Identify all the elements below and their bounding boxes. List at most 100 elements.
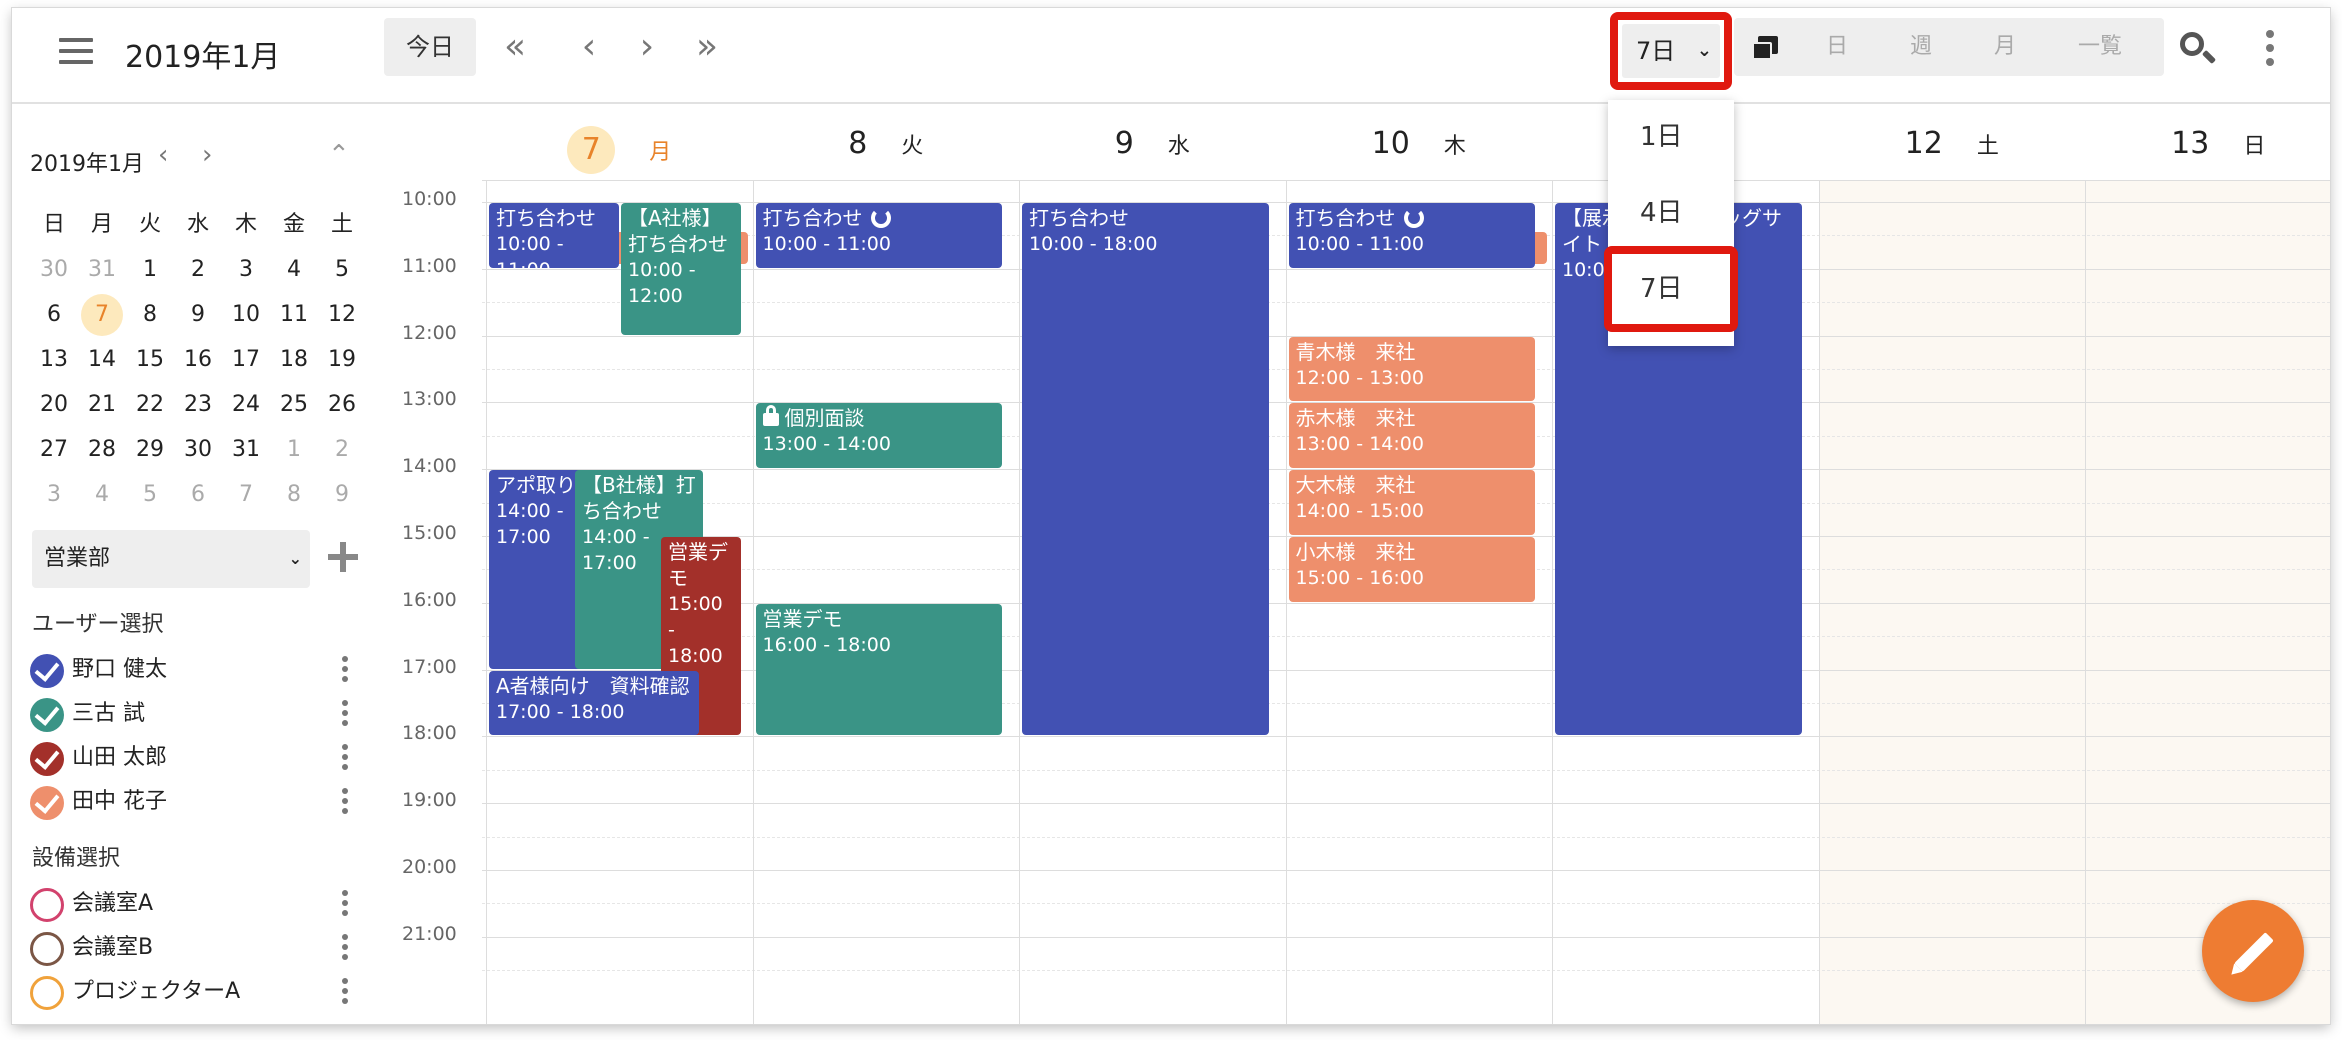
mini-day-cell[interactable]: 19 bbox=[318, 337, 366, 382]
more-vertical-icon[interactable] bbox=[340, 788, 350, 818]
mini-day-cell[interactable]: 5 bbox=[126, 472, 174, 517]
tab-month[interactable]: 月 bbox=[1966, 18, 2044, 76]
circle-icon[interactable] bbox=[30, 976, 64, 1010]
collapse-chevron-up-icon[interactable]: ⌃ bbox=[328, 140, 350, 170]
mini-day-number: 31 bbox=[88, 257, 116, 282]
mini-day-cell[interactable]: 28 bbox=[78, 427, 126, 472]
calendar-event[interactable]: 青木様 来社 12:00 - 13:00 bbox=[1288, 336, 1535, 402]
calendar-event[interactable]: 営業デモ 16:00 - 18:00 bbox=[755, 603, 1002, 736]
mini-day-cell[interactable]: 17 bbox=[222, 337, 270, 382]
more-vertical-icon[interactable] bbox=[2260, 30, 2280, 72]
mini-day-cell[interactable]: 3 bbox=[30, 472, 78, 517]
event-title: 大木様 来社 bbox=[1296, 472, 1529, 498]
mini-day-cell[interactable]: 20 bbox=[30, 382, 78, 427]
prev-week-double-chevron-icon[interactable]: « bbox=[495, 29, 535, 70]
mini-day-cell[interactable]: 24 bbox=[222, 382, 270, 427]
day-column-header[interactable]: 9水 bbox=[1019, 126, 1286, 176]
mini-day-cell[interactable]: 7 bbox=[222, 472, 270, 517]
mini-day-cell[interactable]: 9 bbox=[318, 472, 366, 517]
mini-day-cell[interactable]: 1 bbox=[126, 247, 174, 292]
day-column-header[interactable]: 12 土 bbox=[1819, 126, 2086, 176]
mini-day-cell[interactable]: 30 bbox=[174, 427, 222, 472]
search-icon[interactable] bbox=[2178, 30, 2218, 70]
check-circle-icon[interactable] bbox=[30, 786, 64, 820]
mini-day-cell[interactable]: 16 bbox=[174, 337, 222, 382]
tab-day[interactable]: 日 bbox=[1798, 18, 1876, 76]
hamburger-menu-icon[interactable] bbox=[59, 38, 93, 68]
mini-day-cell[interactable]: 22 bbox=[126, 382, 174, 427]
more-vertical-icon[interactable] bbox=[340, 700, 350, 730]
mini-day-cell[interactable]: 31 bbox=[78, 247, 126, 292]
mini-day-cell[interactable]: 7 bbox=[78, 292, 126, 337]
calendar-event[interactable]: 打ち合わせ 10:00 - 18:00 bbox=[1022, 203, 1269, 736]
time-label: 21:00 bbox=[402, 922, 457, 945]
next-day-chevron-icon[interactable]: › bbox=[627, 29, 667, 70]
calendar-event[interactable]: 打ち合わせ 10:00 - 11:00 bbox=[489, 203, 619, 268]
department-select[interactable]: 営業部 ⌄ bbox=[32, 530, 310, 588]
next-week-double-chevron-icon[interactable]: » bbox=[687, 29, 727, 70]
prev-day-chevron-icon[interactable]: ‹ bbox=[569, 29, 609, 70]
mini-day-cell[interactable]: 30 bbox=[30, 247, 78, 292]
mini-day-cell[interactable]: 21 bbox=[78, 382, 126, 427]
day-column-header[interactable]: 13 日 bbox=[2085, 126, 2330, 176]
calendar-event[interactable]: 大木様 来社 14:00 - 15:00 bbox=[1288, 470, 1535, 535]
mini-day-cell[interactable]: 18 bbox=[270, 337, 318, 382]
mini-day-cell[interactable]: 8 bbox=[270, 472, 318, 517]
mini-day-cell[interactable]: 12 bbox=[318, 292, 366, 337]
calendar-event[interactable]: A者様向け 資料確認 17:00 - 18:00 bbox=[489, 670, 699, 736]
mini-day-cell[interactable]: 23 bbox=[174, 382, 222, 427]
tab-list[interactable]: 一覧 bbox=[2050, 18, 2150, 76]
more-vertical-icon[interactable] bbox=[340, 656, 350, 686]
calendar-event[interactable]: 【A社様】打ち合わせ 10:00 - 12:00 bbox=[621, 203, 741, 335]
more-vertical-icon[interactable] bbox=[340, 978, 350, 1008]
calendar-event[interactable]: 個別面談 13:00 - 14:00 bbox=[755, 403, 1002, 469]
create-event-button[interactable] bbox=[2202, 900, 2304, 1002]
mini-day-cell[interactable]: 2 bbox=[318, 427, 366, 472]
mini-day-cell[interactable]: 14 bbox=[78, 337, 126, 382]
circle-icon[interactable] bbox=[30, 932, 64, 966]
mini-day-cell[interactable]: 6 bbox=[30, 292, 78, 337]
calendar-event[interactable]: 打ち合わせ 10:00 - 11:00 bbox=[1288, 203, 1535, 268]
circle-icon[interactable] bbox=[30, 888, 64, 922]
more-vertical-icon[interactable] bbox=[340, 744, 350, 774]
mini-day-cell[interactable]: 1 bbox=[270, 427, 318, 472]
dropdown-option-4-days[interactable]: 4日 bbox=[1608, 188, 1734, 238]
add-plus-icon[interactable] bbox=[326, 540, 360, 574]
mini-day-cell[interactable]: 4 bbox=[78, 472, 126, 517]
mini-day-cell[interactable]: 9 bbox=[174, 292, 222, 337]
mini-prev-month-icon[interactable]: ‹ bbox=[158, 140, 168, 170]
mini-day-cell[interactable]: 29 bbox=[126, 427, 174, 472]
check-circle-icon[interactable] bbox=[30, 698, 64, 732]
calendar-event[interactable]: 打ち合わせ 10:00 - 11:00 bbox=[755, 203, 1002, 268]
mini-day-cell[interactable]: 4 bbox=[270, 247, 318, 292]
mini-day-cell[interactable]: 11 bbox=[270, 292, 318, 337]
tab-week[interactable]: 週 bbox=[1882, 18, 1960, 76]
multi-view-toggle[interactable] bbox=[1734, 18, 1798, 76]
mini-day-cell[interactable]: 27 bbox=[30, 427, 78, 472]
mini-day-cell[interactable]: 31 bbox=[222, 427, 270, 472]
check-circle-icon[interactable] bbox=[30, 654, 64, 688]
calendar-event[interactable]: 赤木様 来社 13:00 - 14:00 bbox=[1288, 403, 1535, 469]
days-count-select[interactable]: 7日 ⌄ bbox=[1610, 12, 1732, 90]
mini-day-cell[interactable]: 15 bbox=[126, 337, 174, 382]
day-column-header[interactable]: 10 木 bbox=[1286, 126, 1553, 176]
today-button[interactable]: 今日 bbox=[384, 18, 476, 76]
mini-day-cell[interactable]: 26 bbox=[318, 382, 366, 427]
mini-day-cell[interactable]: 5 bbox=[318, 247, 366, 292]
more-vertical-icon[interactable] bbox=[340, 934, 350, 964]
mini-day-cell[interactable]: 10 bbox=[222, 292, 270, 337]
mini-next-month-icon[interactable]: › bbox=[202, 140, 212, 170]
mini-day-cell[interactable]: 3 bbox=[222, 247, 270, 292]
mini-day-cell[interactable]: 8 bbox=[126, 292, 174, 337]
mini-day-cell[interactable]: 25 bbox=[270, 382, 318, 427]
day-column-header[interactable]: 8火 bbox=[753, 126, 1020, 176]
check-circle-icon[interactable] bbox=[30, 742, 64, 776]
mini-day-cell[interactable]: 2 bbox=[174, 247, 222, 292]
dropdown-option-7-days[interactable]: 7日 bbox=[1604, 246, 1738, 332]
calendar-event[interactable]: 小木様 来社 15:00 - 16:00 bbox=[1288, 537, 1535, 602]
dropdown-option-1-day[interactable]: 1日 bbox=[1608, 112, 1734, 162]
mini-day-cell[interactable]: 13 bbox=[30, 337, 78, 382]
more-vertical-icon[interactable] bbox=[340, 890, 350, 920]
day-column-header[interactable]: 7月 bbox=[486, 126, 753, 176]
mini-day-cell[interactable]: 6 bbox=[174, 472, 222, 517]
